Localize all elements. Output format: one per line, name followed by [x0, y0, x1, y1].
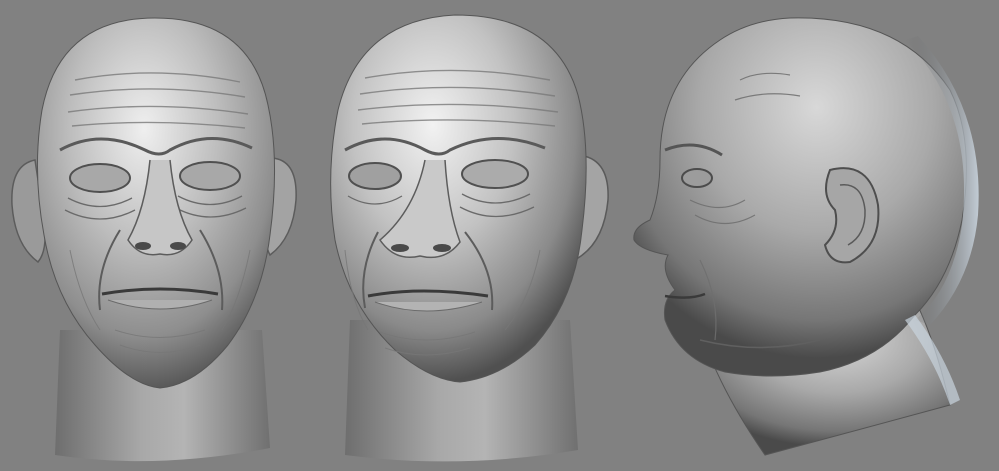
front-eye-right	[179, 161, 241, 191]
front-view	[11, 17, 297, 462]
sculpt-render	[11, 14, 979, 462]
quarter-nostril-left	[391, 244, 409, 252]
profile-eye	[681, 168, 713, 188]
front-nostril-left	[135, 242, 151, 250]
front-eye-left	[69, 163, 131, 193]
quarter-eye-left	[348, 162, 402, 190]
quarter-eye-right	[461, 159, 529, 189]
profile-view	[633, 17, 979, 456]
render-viewport	[0, 0, 999, 471]
quarter-nostril-right	[433, 244, 451, 252]
front-nostril-right	[170, 242, 186, 250]
three-quarter-view	[330, 14, 609, 462]
